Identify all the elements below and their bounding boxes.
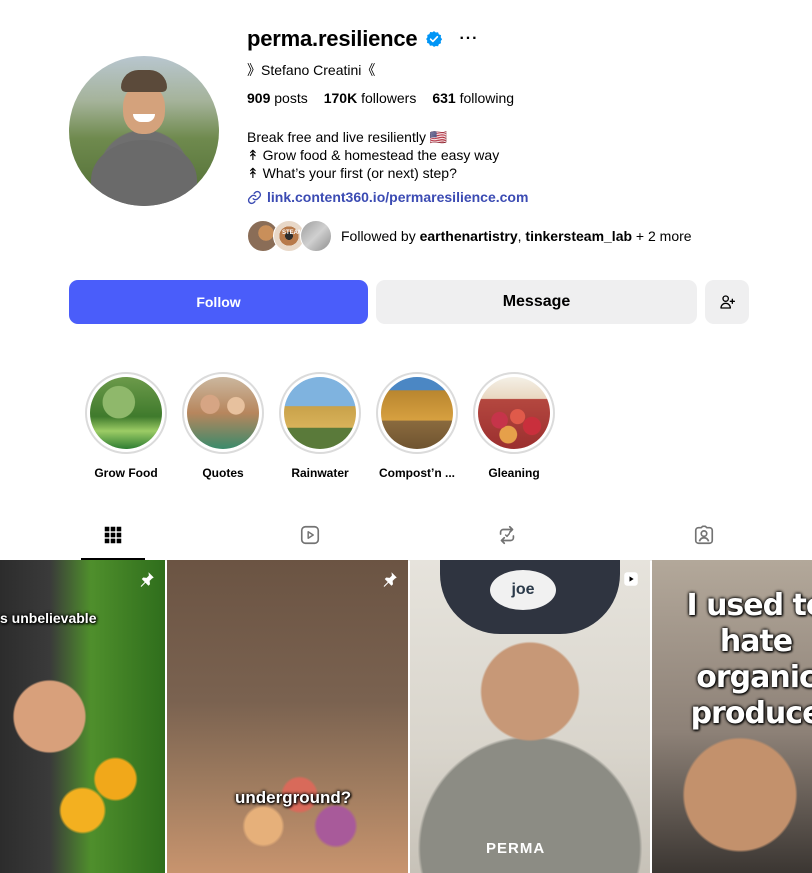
tab-reposts[interactable] xyxy=(475,512,539,558)
post-shirt-text: PERMA xyxy=(486,840,546,857)
pin-icon xyxy=(383,572,397,587)
pin-icon xyxy=(140,572,154,587)
mutual-username-2[interactable]: tinkersteam_lab xyxy=(525,228,632,244)
more-options-button[interactable]: ··· xyxy=(459,31,478,47)
highlight-label: Quotes xyxy=(202,466,244,480)
avatar-hat xyxy=(121,70,167,92)
following-count-label: following xyxy=(459,90,515,106)
highlight-cover xyxy=(187,377,259,449)
followed-by-suffix: + 2 more xyxy=(632,228,692,244)
post-thumbnail[interactable]: s unbelievable xyxy=(0,560,165,873)
reels-icon xyxy=(300,525,320,545)
followers-count-label: followers xyxy=(361,90,417,106)
post-cap-logo: joe xyxy=(490,570,556,610)
followers-count-number: 170K xyxy=(323,90,358,106)
posts-count-number: 909 xyxy=(247,90,271,106)
followers-link[interactable]: 170K followers xyxy=(324,90,417,106)
person-add-icon xyxy=(720,295,735,309)
suggested-users-button[interactable] xyxy=(705,280,749,324)
mutual-avatar xyxy=(300,220,332,252)
post-caption-overlay: s unbelievable xyxy=(0,610,97,626)
bio-link[interactable]: link.content360.io/permaresilience.com xyxy=(247,189,528,205)
tab-tagged[interactable] xyxy=(672,512,736,558)
username-row: perma.resilience ··· xyxy=(247,24,478,54)
profile-stats: 909 posts 170K followers 631 following xyxy=(247,90,514,106)
highlight-label: Grow Food xyxy=(94,466,158,480)
bio-link-text: link.content360.io/permaresilience.com xyxy=(267,189,529,205)
follow-button[interactable]: Follow xyxy=(69,280,368,324)
highlight-ring xyxy=(182,372,264,454)
highlight-quotes[interactable]: Quotes xyxy=(173,372,273,480)
posts-count-label: posts xyxy=(274,90,308,106)
reel-icon xyxy=(624,572,638,586)
username: perma.resilience xyxy=(247,26,418,51)
link-icon xyxy=(247,190,262,204)
following-link[interactable]: 631 following xyxy=(432,90,514,106)
highlight-label: Rainwater xyxy=(291,466,349,480)
followed-by-text: Followed by earthenartistry, tinkersteam… xyxy=(341,228,692,244)
highlight-grow-food[interactable]: Grow Food xyxy=(76,372,176,480)
highlight-ring xyxy=(279,372,361,454)
repost-icon xyxy=(499,525,515,545)
tab-posts[interactable] xyxy=(81,512,145,560)
following-count-number: 631 xyxy=(432,90,456,106)
highlight-label: Compost’n ... xyxy=(379,466,455,480)
post-thumbnail[interactable]: joe PERMA xyxy=(410,560,650,873)
mutual-follower-avatars: STEAM xyxy=(247,219,333,253)
bio-line: ↟ What’s your first (or next) step? xyxy=(247,165,457,181)
bio: Break free and live resiliently 🇺🇸 ↟ Gro… xyxy=(247,128,499,182)
highlight-ring xyxy=(85,372,167,454)
profile-page: perma.resilience ··· 》Stefano Creatini《 … xyxy=(0,0,812,873)
profile-avatar[interactable] xyxy=(69,56,219,206)
post-caption-overlay: I used to hate organic produce xyxy=(686,588,812,731)
highlight-cover xyxy=(90,377,162,449)
verified-badge-icon xyxy=(426,31,443,47)
followed-by-row[interactable]: STEAM Followed by earthenartistry, tinke… xyxy=(247,219,692,253)
bio-line: ↟ Grow food & homestead the easy way xyxy=(247,147,500,163)
highlight-ring xyxy=(473,372,555,454)
post-thumbnail[interactable]: I used to hate organic produce xyxy=(652,560,812,873)
post-caption-overlay: underground? xyxy=(235,788,352,807)
post-thumbnail[interactable]: underground? xyxy=(167,560,408,873)
highlight-rainwater[interactable]: Rainwater xyxy=(270,372,370,480)
tab-reels[interactable] xyxy=(278,512,342,558)
avatar-body xyxy=(91,140,197,206)
highlight-cover xyxy=(284,377,356,449)
grid-icon xyxy=(104,526,122,544)
posts-count: 909 posts xyxy=(247,90,308,106)
highlight-cover xyxy=(381,377,453,449)
tagged-icon xyxy=(694,525,714,545)
highlight-ring xyxy=(376,372,458,454)
highlight-cover xyxy=(478,377,550,449)
mutual-username-1[interactable]: earthenartistry xyxy=(420,228,518,244)
highlight-compost[interactable]: Compost’n ... xyxy=(367,372,467,480)
followed-by-prefix: Followed by xyxy=(341,228,420,244)
highlight-gleaning[interactable]: Gleaning xyxy=(464,372,564,480)
profile-tabs xyxy=(0,512,812,561)
post-cap-logo-text: joe xyxy=(511,581,535,598)
full-name: 》Stefano Creatini《 xyxy=(247,62,376,78)
bio-line: Break free and live resiliently 🇺🇸 xyxy=(247,129,448,145)
highlight-label: Gleaning xyxy=(488,466,540,480)
message-button[interactable]: Message xyxy=(376,280,697,324)
